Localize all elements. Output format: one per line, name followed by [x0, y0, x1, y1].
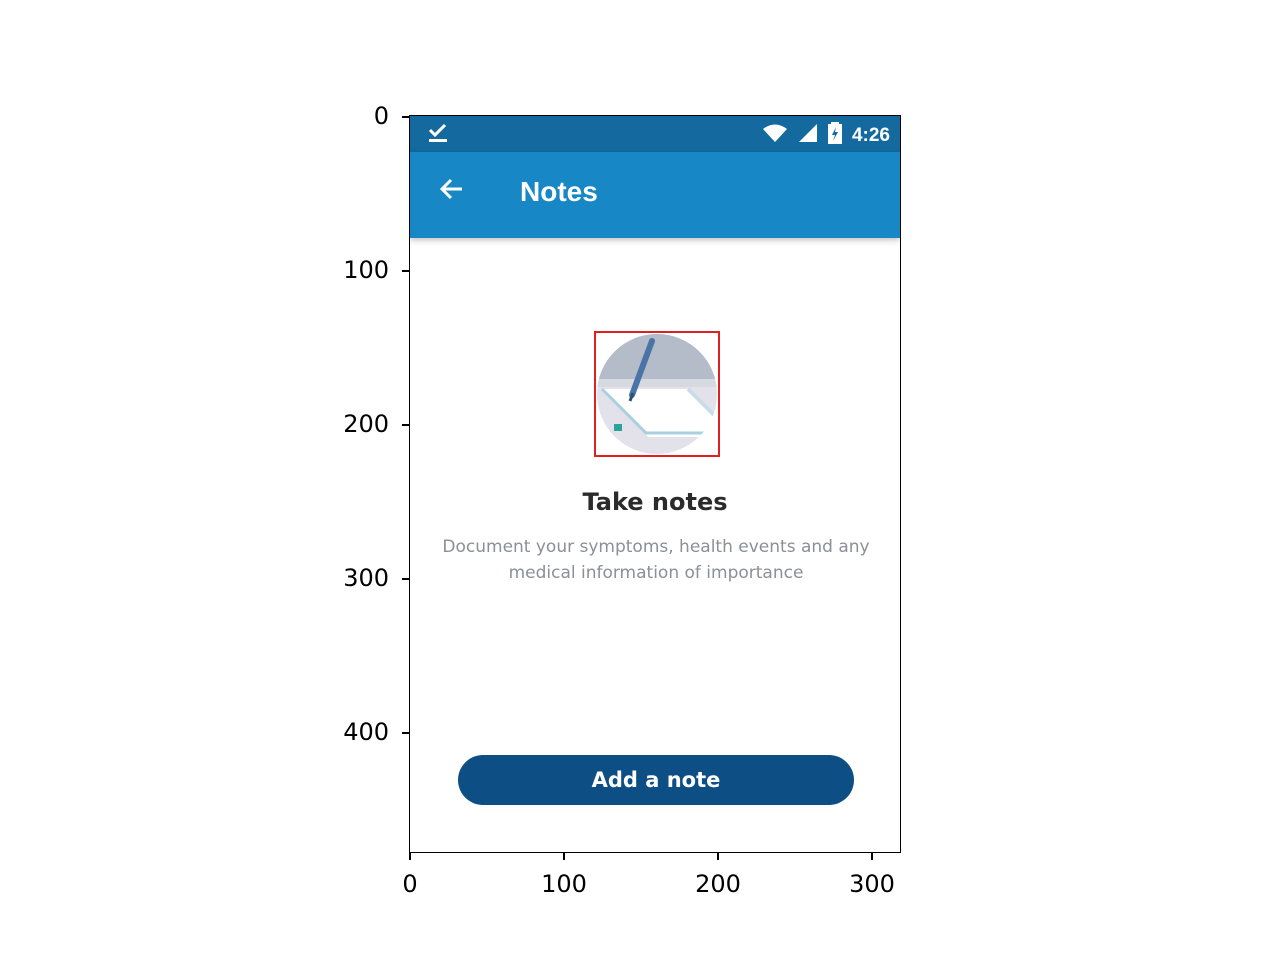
arrow-back-icon[interactable] [438, 172, 466, 212]
x-tick-label: 0 [402, 870, 418, 898]
svg-text:x: x [779, 135, 784, 143]
x-tick [871, 853, 873, 860]
y-tick-label: 0 [373, 102, 389, 130]
add-note-button[interactable]: Add a note [458, 755, 854, 805]
x-tick-label: 100 [541, 870, 587, 898]
app-bar: Notes [410, 152, 900, 238]
x-tick-label: 200 [695, 870, 741, 898]
y-tick [402, 732, 409, 734]
phone-screen: x 4:26 Notes Take notes Document your sy… [409, 115, 901, 853]
y-tick [402, 116, 409, 118]
y-tick-label: 100 [343, 256, 389, 284]
status-time: 4:26 [851, 125, 890, 146]
y-tick [402, 270, 409, 272]
y-tick-label: 400 [343, 718, 389, 746]
y-tick [402, 424, 409, 426]
signal-icon [798, 123, 818, 149]
page-title: Notes [520, 176, 598, 207]
status-icons: x 4:26 [762, 122, 890, 150]
download-done-icon [428, 122, 448, 149]
empty-state-description: Document your symptoms, health events an… [442, 537, 870, 583]
battery-charging-icon [827, 122, 842, 150]
x-tick-label: 300 [849, 870, 895, 898]
wifi-icon: x [762, 123, 788, 149]
y-tick-label: 200 [343, 410, 389, 438]
x-tick [409, 853, 411, 860]
y-tick [402, 578, 409, 580]
status-bar: x 4:26 [410, 116, 900, 152]
x-tick [717, 853, 719, 860]
empty-state-title: Take notes [582, 488, 728, 516]
y-tick-label: 300 [343, 564, 389, 592]
x-tick [563, 853, 565, 860]
highlight-box [594, 331, 720, 457]
